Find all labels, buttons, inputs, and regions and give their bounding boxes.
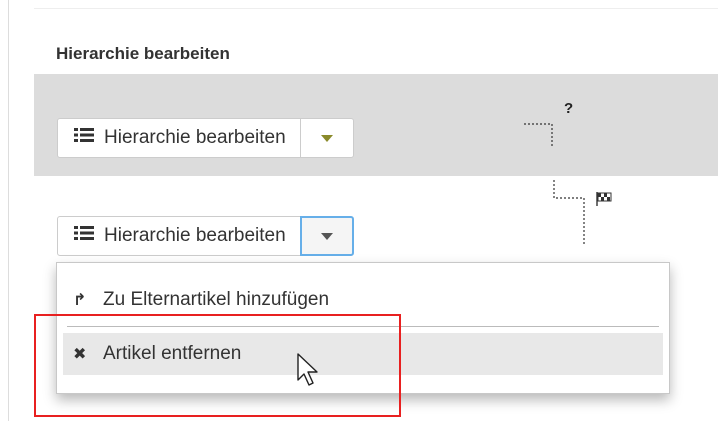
list-icon [74, 127, 96, 149]
menu-item-label: Zu Elternartikel hinzufügen [103, 289, 330, 310]
checkered-flag-icon [596, 192, 612, 211]
question-mark-icon: ? [564, 100, 574, 117]
section-title: Hierarchie bearbeiten [56, 44, 230, 63]
left-divider [8, 0, 9, 421]
annotation-highlight-box [34, 314, 401, 417]
hierarchy-connector-flag [552, 178, 612, 248]
edit-hierarchy-label: Hierarchie bearbeiten [104, 127, 286, 148]
dropdown-toggle-2[interactable] [299, 216, 354, 256]
mouse-cursor-icon [296, 352, 320, 388]
edit-hierarchy-button-2[interactable]: Hierarchie bearbeiten [57, 216, 301, 256]
top-divider [34, 8, 718, 9]
hierarchy-connector-question: ? [522, 100, 582, 150]
chevron-down-icon [320, 134, 333, 142]
dropdown-toggle-1[interactable] [299, 118, 354, 158]
edit-hierarchy-split-button-2: Hierarchie bearbeiten [57, 216, 354, 256]
list-icon [74, 225, 96, 247]
edit-hierarchy-button-1[interactable]: Hierarchie bearbeiten [57, 118, 301, 158]
chevron-down-icon [320, 232, 333, 240]
edit-hierarchy-split-button-1: Hierarchie bearbeiten [57, 118, 354, 158]
edit-hierarchy-label: Hierarchie bearbeiten [104, 225, 286, 246]
arrow-up-icon: ↱ [73, 292, 87, 309]
